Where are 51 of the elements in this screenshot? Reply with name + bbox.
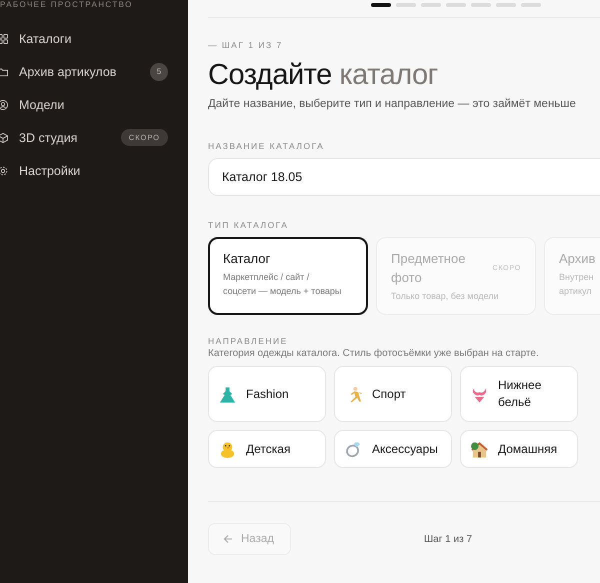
catalog-type-card[interactable]: Каталог Маркетплейс / сайт / соцсети — модель + товары — [208, 237, 368, 315]
card-description: артикул — [559, 285, 593, 298]
count-badge: 5 — [150, 62, 168, 80]
option-label: Домашняя — [498, 440, 558, 458]
section-label: РАБОЧЕЕ ПРОСТРАНСТВО — [0, 0, 134, 10]
direction-option[interactable]: Аксессуары — [334, 430, 452, 468]
direction-option[interactable]: Fashion — [208, 366, 326, 422]
option-label: Нижнее бельё — [498, 377, 542, 411]
sidebar-label: Архив артикулов — [19, 64, 118, 78]
option-label: Аксессуары — [372, 440, 439, 458]
option-label: Fashion — [246, 386, 290, 402]
folder-icon — [0, 66, 8, 76]
sidebar-item[interactable]: Модели — [0, 88, 188, 121]
card-description: Маркетплейс / сайт / — [223, 271, 310, 284]
sidebar-label: Каталоги — [19, 32, 72, 46]
card-description: Внутрен — [559, 271, 595, 284]
direction-option[interactable]: Спорт — [334, 366, 452, 422]
person-icon — [0, 100, 8, 110]
arrow-left-icon — [223, 534, 233, 544]
chick-icon — [219, 440, 236, 458]
section-label: НАПРАВЛЕНИЕ — [208, 336, 289, 346]
dress-icon — [219, 384, 236, 404]
sidebar-item[interactable]: Каталоги — [0, 22, 188, 55]
cube-icon — [0, 132, 8, 142]
step-label: — ШАГ 1 ИЗ 7 — [208, 40, 284, 50]
direction-option[interactable]: Домашняя — [460, 430, 578, 468]
card-title: Каталог — [223, 250, 270, 268]
sidebar-label: Модели — [19, 98, 66, 112]
direction-option[interactable]: Детская — [208, 430, 326, 468]
grid-icon — [0, 34, 8, 44]
section-label: ТИП КАТАЛОГА — [208, 220, 290, 230]
section-description: Категория одежды каталога. Стиль фотосъёмки уже выбран на старте. — [208, 348, 540, 359]
gear-icon — [0, 166, 8, 176]
field-label: НАЗВАНИЕ КАТАЛОГА — [208, 141, 326, 151]
catalog-name-field[interactable]: Каталог 18.05 — [208, 158, 600, 196]
sidebar-item[interactable]: Архив артикулов 5 — [0, 55, 188, 88]
page-title: Создайте каталог — [208, 58, 439, 92]
house-icon — [471, 440, 488, 458]
sidebar-label: Настройки — [19, 164, 82, 178]
option-label: Спорт — [372, 386, 407, 402]
card-description: соцсети — модель + товары — [223, 285, 342, 298]
card-title: Предметное фото — [391, 250, 466, 287]
subtitle: Дайте название, выберите тип и направление — это займёт меньше — [208, 98, 577, 110]
card-title: Архив — [559, 250, 596, 268]
direction-option[interactable]: Нижнее бельё — [460, 366, 578, 422]
step-indicator: Шаг 1 из 7 — [424, 534, 472, 544]
sidebar-label: 3D студия — [19, 130, 78, 144]
card-description: Только товар, без модели — [391, 290, 500, 303]
ring-icon — [345, 440, 362, 458]
option-label: Детская — [246, 440, 292, 458]
sidebar-item[interactable]: Настройки — [0, 154, 188, 187]
